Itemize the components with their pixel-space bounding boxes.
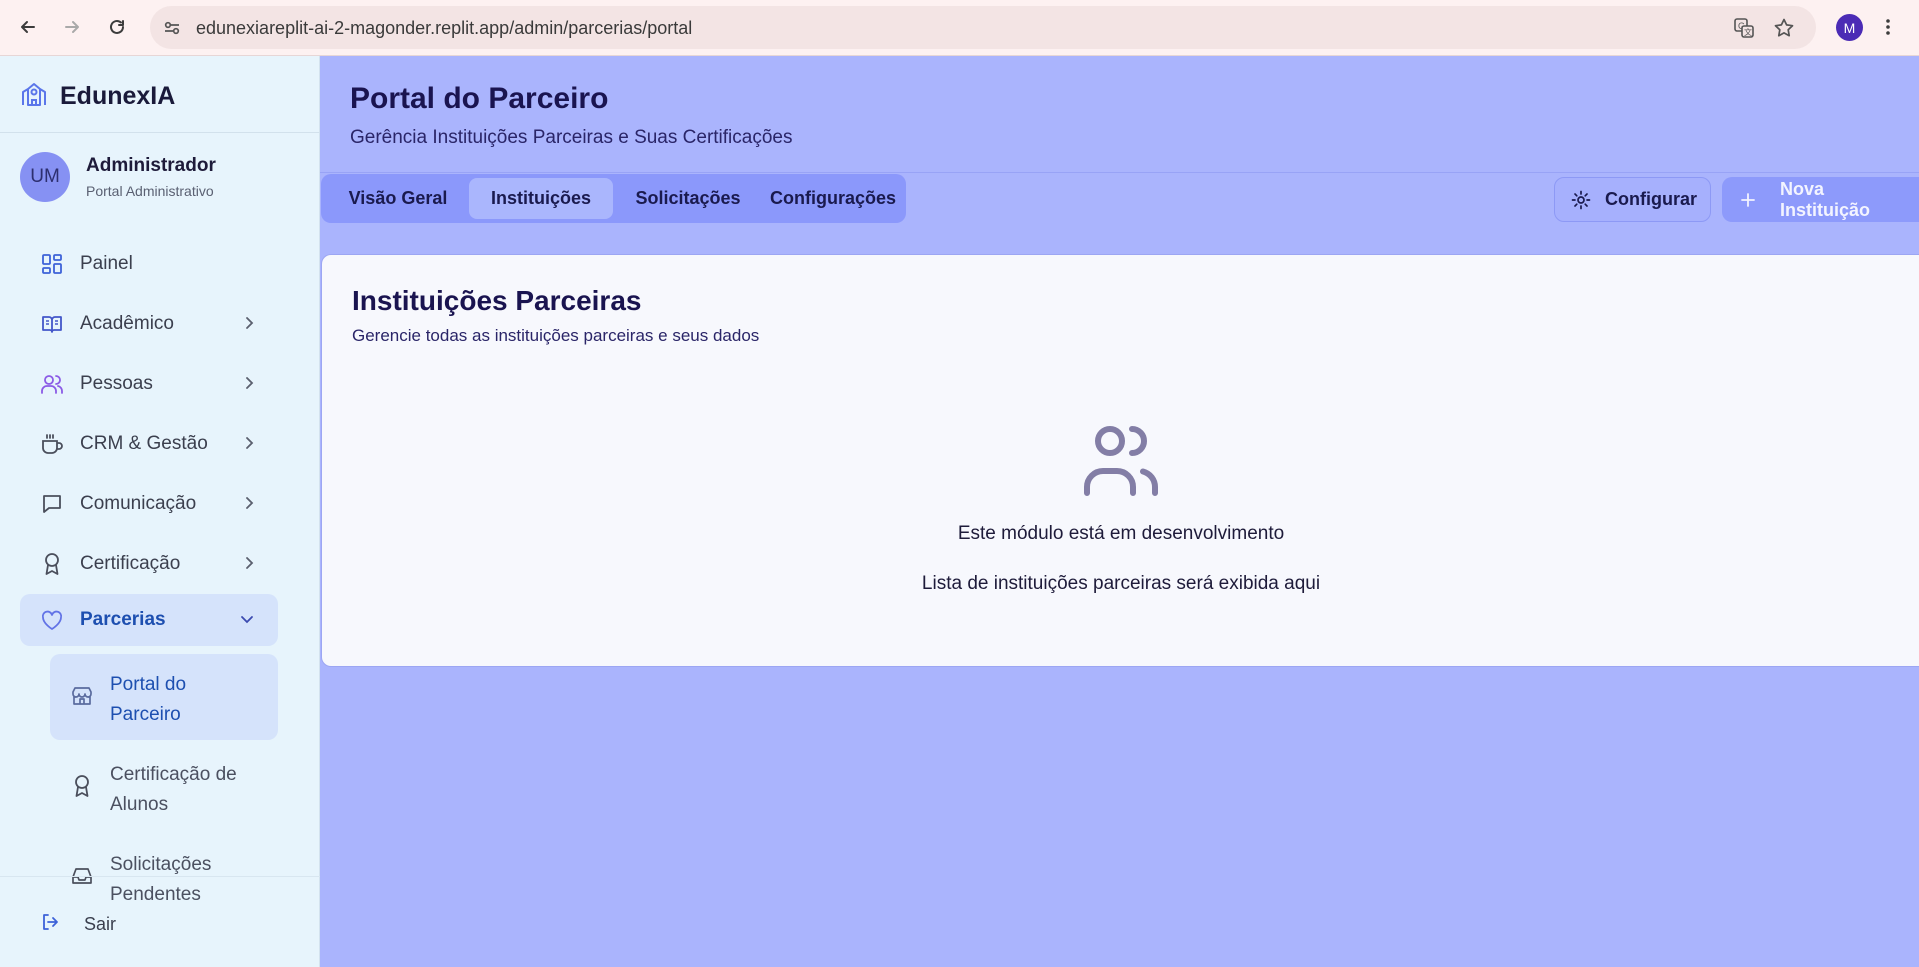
chevron-right-icon [242,434,256,457]
sidebar-item-comunicacao[interactable]: Comunicação [20,478,278,530]
school-icon [20,80,48,113]
logout-icon [40,912,60,937]
site-settings-icon[interactable] [160,16,184,40]
divider [0,132,320,133]
sidebar-subitem-label: Certificação de Alunos [110,764,237,815]
sidebar-subitem-label: Solicitações Pendentes [110,854,212,905]
forward-icon[interactable] [56,11,88,43]
svg-text:文: 文 [1744,27,1752,37]
url-text[interactable]: edunexiareplit-ai-2-magonder.replit.app/… [196,18,692,39]
user-name: Administrador [86,155,216,176]
browser-toolbar: edunexiareplit-ai-2-magonder.replit.app/… [0,0,1919,56]
sidebar-item-certificacao[interactable]: Certificação [20,538,278,590]
tab-bar: Visão Geral Instituições Solicitações Co… [321,174,906,223]
store-icon [70,684,94,708]
sidebar-item-crm[interactable]: CRM & Gestão [20,418,278,470]
coffee-icon [40,432,64,456]
bookmark-star-icon[interactable] [1772,16,1796,40]
new-institution-button[interactable]: Nova Instituição [1722,177,1919,222]
chevron-right-icon [242,494,256,517]
translate-icon[interactable]: G文 [1732,16,1756,40]
sidebar-item-parcerias[interactable]: Parcerias [20,594,278,646]
sidebar-item-painel[interactable]: Painel [20,238,278,290]
tab-configuracoes[interactable]: Configurações [763,178,903,219]
sidebar-subitem-label: Portal do Parceiro [110,674,187,725]
sidebar-item-pessoas[interactable]: Pessoas [20,358,278,410]
institutions-card: Instituições Parceiras Gerencie todas as… [321,254,1919,667]
sidebar-subitem-portal-do-parceiro[interactable]: Portal do Parceiro [50,654,278,740]
plus-icon [1740,192,1756,208]
address-bar[interactable]: edunexiareplit-ai-2-magonder.replit.app/… [150,6,1816,49]
divider [320,172,1919,173]
sidebar-item-label: Certificação [80,553,181,574]
page-title: Portal do Parceiro [350,82,609,115]
avatar: UM [20,152,70,202]
sidebar-item-label: Painel [80,253,133,274]
message-icon [40,492,64,516]
grid-icon [40,252,64,276]
browser-menu-icon[interactable] [1872,11,1904,43]
card-title: Instituições Parceiras [352,285,642,316]
tab-visao-geral[interactable]: Visão Geral [325,178,471,219]
card-subtitle: Gerencie todas as instituições parceiras… [352,326,760,345]
empty-state-detail: Lista de instituições parceiras será exi… [921,573,1321,594]
users-icon [40,372,64,396]
reload-icon[interactable] [101,11,133,43]
page-subtitle: Gerência Instituições Parceiras e Suas C… [350,127,793,148]
chevron-right-icon [242,554,256,577]
sidebar-item-label: Parcerias [80,609,166,630]
book-icon [40,312,64,336]
gear-icon [1571,190,1591,210]
chevron-right-icon [242,314,256,337]
chevron-right-icon [242,374,256,397]
users-icon [1082,421,1160,504]
new-institution-label: Nova Instituição [1780,178,1871,220]
configure-button[interactable]: Configurar [1554,177,1711,222]
heart-icon [40,608,64,632]
tab-solicitacoes[interactable]: Solicitações [613,178,763,219]
brand[interactable]: EdunexIA [20,80,175,113]
award-icon [40,552,64,576]
sidebar-item-academico[interactable]: Acadêmico [20,298,278,350]
logout-button[interactable]: Sair [40,912,116,937]
user-profile: UM Administrador Portal Administrativo [20,152,216,202]
user-role: Portal Administrativo [86,183,214,199]
back-icon[interactable] [12,11,44,43]
award-icon [70,774,94,798]
sidebar-item-label: CRM & Gestão [80,433,208,454]
sidebar-subitem-certificacao-alunos[interactable]: Certificação de Alunos [50,744,278,830]
sidebar-subitem-solicitacoes-pendentes[interactable]: Solicitações Pendentes [50,834,278,920]
configure-label: Configurar [1605,189,1697,209]
divider [0,876,320,877]
logout-label: Sair [84,914,117,934]
sidebar-item-label: Comunicação [80,493,197,514]
chevron-down-icon [238,610,256,633]
tab-instituicoes[interactable]: Instituições [469,178,613,219]
sidebar-item-label: Pessoas [80,373,153,394]
sidebar: EdunexIA UM Administrador Portal Adminis… [0,56,320,967]
brand-name: EdunexIA [60,82,176,110]
empty-state-message: Este módulo está em desenvolvimento [957,523,1285,544]
sidebar-item-label: Acadêmico [80,313,174,334]
profile-avatar[interactable]: M [1836,14,1863,41]
